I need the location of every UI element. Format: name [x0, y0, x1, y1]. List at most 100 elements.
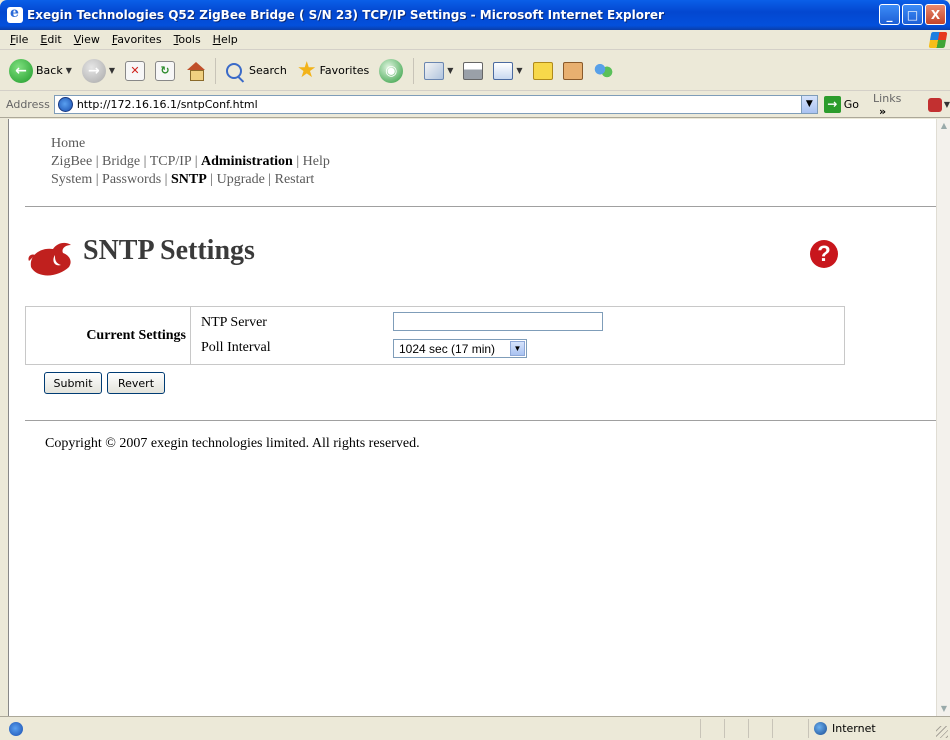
nav-help-link[interactable]: Help: [303, 154, 330, 169]
windows-logo-icon: [928, 32, 948, 48]
status-cells: [700, 719, 796, 738]
back-label: Back: [36, 64, 63, 77]
nav-administration-link[interactable]: Administration: [201, 154, 293, 169]
scroll-up-arrow-icon[interactable]: ▲: [937, 119, 950, 133]
toolbar: ← Back ▼ → ▼ ✕ ↻ Search ★ Favorites ◉ ▼ …: [0, 51, 950, 91]
menu-bar: File Edit View Favorites Tools Help: [0, 30, 950, 50]
book-icon: [562, 61, 583, 80]
breadcrumb-nav: Home ZigBee | Bridge | TCP/IP | Administ…: [51, 135, 330, 189]
edit-button[interactable]: ▼: [490, 61, 525, 80]
nav-separator: |: [191, 154, 202, 169]
poll-interval-select[interactable]: 1024 sec (17 min) ▼: [393, 339, 527, 358]
resize-grip-icon[interactable]: [936, 726, 948, 738]
back-arrow-icon: ←: [9, 58, 33, 83]
menu-tools[interactable]: Tools: [168, 33, 207, 46]
divider: [25, 206, 936, 207]
note-icon: [532, 61, 553, 80]
extra-toolbar-button[interactable]: ▼: [927, 97, 950, 112]
nav-upgrade-link[interactable]: Upgrade: [217, 172, 265, 187]
submit-button[interactable]: Submit: [44, 372, 102, 394]
toolbar-separator: [413, 57, 415, 84]
poll-interval-value: 1024 sec (17 min): [399, 341, 496, 356]
back-button[interactable]: ← Back ▼: [6, 58, 75, 83]
go-button[interactable]: → Go: [823, 96, 860, 113]
nav-restart-link[interactable]: Restart: [275, 172, 315, 187]
menu-favorites[interactable]: Favorites: [106, 33, 168, 46]
nav-separator: |: [92, 154, 103, 169]
settings-header: Current Settings: [26, 307, 191, 364]
addon-icon: [927, 97, 942, 112]
vertical-scrollbar[interactable]: ▲ ▼: [936, 119, 950, 716]
research-button[interactable]: [560, 61, 586, 80]
status-bar: Internet: [0, 716, 950, 740]
favorites-label: Favorites: [319, 64, 370, 77]
help-icon[interactable]: ?: [810, 240, 838, 268]
go-label: Go: [843, 98, 860, 111]
nav-bridge-link[interactable]: Bridge: [102, 154, 140, 169]
minimize-button[interactable]: _: [879, 4, 900, 25]
star-icon: ★: [296, 57, 317, 83]
close-button[interactable]: X: [925, 4, 946, 25]
menu-view[interactable]: View: [68, 33, 106, 46]
nav-separator: |: [92, 172, 103, 187]
revert-button[interactable]: Revert: [107, 372, 165, 394]
edit-icon: [493, 61, 514, 80]
nav-separator: |: [264, 172, 275, 187]
nav-zigbee-link[interactable]: ZigBee: [51, 154, 92, 169]
zone-label: Internet: [832, 722, 876, 735]
exegin-logo-icon: [28, 242, 71, 276]
nav-sntp-link[interactable]: SNTP: [171, 172, 207, 187]
refresh-button[interactable]: ↻: [152, 60, 178, 81]
menu-edit[interactable]: Edit: [34, 33, 67, 46]
nav-separator: |: [161, 172, 171, 187]
window-controls: _ □ X: [879, 4, 946, 25]
page-icon: [57, 97, 73, 112]
chevron-down-icon[interactable]: ▼: [516, 66, 522, 75]
chevron-down-icon[interactable]: ▼: [66, 66, 72, 75]
search-icon: [226, 62, 243, 79]
forward-arrow-icon: →: [81, 58, 106, 83]
links-toolbar[interactable]: Links »: [873, 92, 916, 118]
menu-file[interactable]: File: [4, 33, 34, 46]
printer-icon: [463, 61, 484, 80]
chevron-down-icon[interactable]: ▼: [944, 100, 950, 109]
address-bar: Address http://172.16.16.1/sntpConf.html…: [0, 92, 950, 118]
favorites-button[interactable]: ★ Favorites: [294, 57, 372, 83]
toolbar-separator: [215, 57, 217, 84]
status-cell: [700, 719, 724, 738]
window-title-bar[interactable]: Exegin Technologies Q52 ZigBee Bridge ( …: [0, 0, 950, 30]
media-button[interactable]: ◉: [376, 58, 406, 83]
messenger-button[interactable]: [590, 61, 616, 80]
page-title: SNTP Settings: [83, 235, 255, 266]
ntp-server-input[interactable]: [393, 312, 603, 331]
nav-tcpip-link[interactable]: TCP/IP: [150, 154, 192, 169]
home-button[interactable]: [182, 61, 208, 81]
home-icon: [185, 61, 206, 81]
chevron-down-icon[interactable]: ▼: [800, 96, 817, 113]
chevron-down-icon[interactable]: ▼: [447, 66, 453, 75]
scroll-down-arrow-icon[interactable]: ▼: [937, 702, 950, 716]
chevron-right-icon[interactable]: »: [879, 105, 886, 118]
nav-home-link[interactable]: Home: [51, 136, 85, 151]
discuss-button[interactable]: [530, 61, 556, 80]
ie-icon: [7, 5, 23, 23]
security-zone[interactable]: Internet: [808, 719, 948, 738]
menu-help[interactable]: Help: [207, 33, 244, 46]
forward-button[interactable]: → ▼: [79, 58, 118, 83]
address-input[interactable]: http://172.16.16.1/sntpConf.html ▼: [53, 95, 818, 114]
nav-passwords-link[interactable]: Passwords: [102, 172, 161, 187]
search-button[interactable]: Search: [223, 62, 290, 79]
nav-separator: |: [140, 154, 150, 169]
print-button[interactable]: [460, 61, 486, 80]
window-title: Exegin Technologies Q52 ZigBee Bridge ( …: [27, 8, 664, 22]
stop-button[interactable]: ✕: [122, 60, 148, 81]
nav-system-link[interactable]: System: [51, 172, 92, 187]
chevron-down-icon[interactable]: ▼: [510, 341, 525, 356]
mail-button[interactable]: ▼: [421, 61, 456, 80]
status-cell: [724, 719, 748, 738]
maximize-button[interactable]: □: [902, 4, 923, 25]
copyright-text: Copyright © 2007 exegin technologies lim…: [45, 436, 420, 451]
media-icon: ◉: [379, 58, 404, 83]
poll-interval-label: Poll Interval: [201, 340, 271, 355]
chevron-down-icon[interactable]: ▼: [109, 66, 115, 75]
